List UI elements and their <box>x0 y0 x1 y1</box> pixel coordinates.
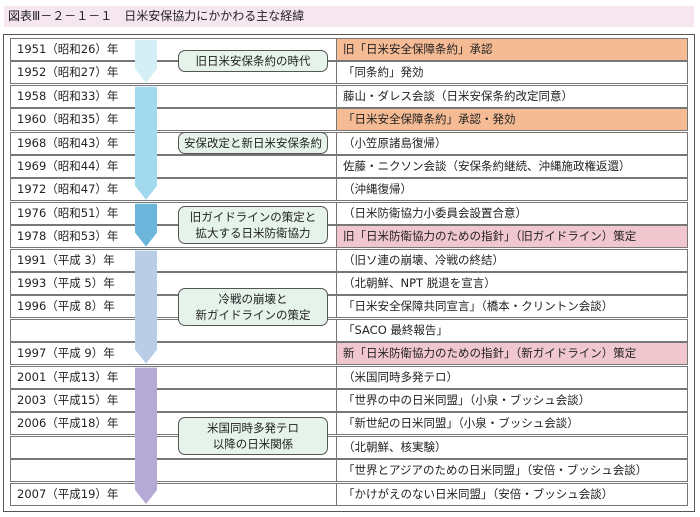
event-cell: 「新世紀の日米同盟」（小泉・ブッシュ会談） <box>336 412 688 436</box>
timeline-row: 「SACO 最終報告」 <box>10 318 690 342</box>
year-cell: 1958（昭和33）年 <box>10 84 336 108</box>
timeline-row: 2006（平成18）年 「新世紀の日米同盟」（小泉・ブッシュ会談） <box>10 412 690 436</box>
timeline-row: 1960（昭和35）年 「日米安全保障条約」承認・発効 <box>10 108 690 132</box>
era-label: 米国同時多発テロ 以降の日米関係 <box>178 416 328 455</box>
era-label: 安保改定と新日米安保条約 <box>178 132 328 155</box>
event-cell: （沖縄復帰） <box>336 178 688 202</box>
event-cell: 「SACO 最終報告」 <box>336 318 688 342</box>
timeline-row: 1969（昭和44）年 佐藤・ニクソン会談（安保条約継続、沖縄施政権返還） <box>10 155 690 178</box>
event-cell: （北朝鮮、NPT 脱退を宣言） <box>336 272 688 295</box>
timeline-row: 1997（平成 9）年 新「日米防衛協力のための指針」（新ガイドライン）策定 <box>10 342 690 366</box>
event-cell: 藤山・ダレス会談（日米安保条約改定同意） <box>336 84 688 108</box>
year-cell: 2007（平成19）年 <box>10 482 336 506</box>
timeline-row: 1996（平成 8）年 「日米安全保障共同宣言」（橋本・クリントン会談） <box>10 295 690 319</box>
era-label: 旧日米安保条約の時代 <box>178 50 328 73</box>
timeline-row: 1991（平成 3）年 （旧ソ連の崩壊、冷戦の終結） <box>10 248 690 272</box>
year-cell: 1991（平成 3）年 <box>10 248 336 272</box>
event-cell: 「世界の中の日米同盟」（小泉・ブッシュ会談） <box>336 389 688 412</box>
event-cell: （小笠原諸島復帰） <box>336 131 688 155</box>
event-cell: 「かけがえのない日米同盟」（安倍・ブッシュ会談） <box>336 482 688 506</box>
event-cell: （旧ソ連の崩壊、冷戦の終結） <box>336 248 688 272</box>
event-cell: 旧「日米防衛協力のための指針」（旧ガイドライン）策定 <box>336 225 688 249</box>
timeline-row: 2003（平成15）年 「世界の中の日米同盟」（小泉・ブッシュ会談） <box>10 389 690 412</box>
event-cell: 「日米安全保障共同宣言」（橋本・クリントン会談） <box>336 295 688 319</box>
era-label: 旧ガイドラインの策定と 拡大する日米防衛協力 <box>178 206 328 245</box>
timeline-row: 1952（昭和27）年 「同条約」発効 <box>10 61 690 85</box>
timeline-row: 1972（昭和47）年 （沖縄復帰） <box>10 178 690 202</box>
timeline-row: 1993（平成 5）年 （北朝鮮、NPT 脱退を宣言） <box>10 272 690 295</box>
timeline-row: 1958（昭和33）年 藤山・ダレス会談（日米安保条約改定同意） <box>10 84 690 108</box>
year-cell: 1972（昭和47）年 <box>10 178 336 202</box>
timeline-row: （北朝鮮、核実験） <box>10 435 690 459</box>
event-cell: （日米防衛協力小委員会設置合意） <box>336 201 688 225</box>
year-cell: 2001（平成13）年 <box>10 365 336 389</box>
year-cell <box>10 459 336 483</box>
year-cell: 2003（平成15）年 <box>10 389 336 412</box>
event-cell: 佐藤・ニクソン会談（安保条約継続、沖縄施政権返還） <box>336 155 688 178</box>
event-cell: （北朝鮮、核実験） <box>336 435 688 459</box>
year-cell: 1969（昭和44）年 <box>10 155 336 178</box>
timeline-row: 1978（昭和53）年 旧「日米防衛協力のための指針」（旧ガイドライン）策定 <box>10 225 690 249</box>
event-cell: 新「日米防衛協力のための指針」（新ガイドライン）策定 <box>336 342 688 366</box>
event-cell: 「同条約」発効 <box>336 61 688 85</box>
event-cell: 「世界とアジアのための日米同盟」（安倍・ブッシュ会談） <box>336 459 688 483</box>
timeline-row: 2001（平成13）年 （米国同時多発テロ） <box>10 365 690 389</box>
timeline-row: 1976（昭和51）年 （日米防衛協力小委員会設置合意） <box>10 201 690 225</box>
timeline-row: 1951（昭和26）年 旧「日米安全保障条約」承認 <box>10 38 690 61</box>
year-cell: 1960（昭和35）年 <box>10 108 336 132</box>
timeline-row: 1968（昭和43）年 （小笠原諸島復帰） <box>10 131 690 155</box>
event-cell: 旧「日米安全保障条約」承認 <box>336 38 688 61</box>
era-label: 冷戦の崩壊と 新ガイドラインの策定 <box>178 288 328 327</box>
timeline-row: 「世界とアジアのための日米同盟」（安倍・ブッシュ会談） <box>10 459 690 483</box>
event-cell: 「日米安全保障条約」承認・発効 <box>336 108 688 132</box>
year-cell: 1997（平成 9）年 <box>10 342 336 366</box>
figure-title: 図表Ⅲ－２－１－１ 日米安保協力にかかわる主な経緯 <box>4 6 694 27</box>
timeline-row: 2007（平成19）年 「かけがえのない日米同盟」（安倍・ブッシュ会談） <box>10 482 690 506</box>
event-cell: （米国同時多発テロ） <box>336 365 688 389</box>
